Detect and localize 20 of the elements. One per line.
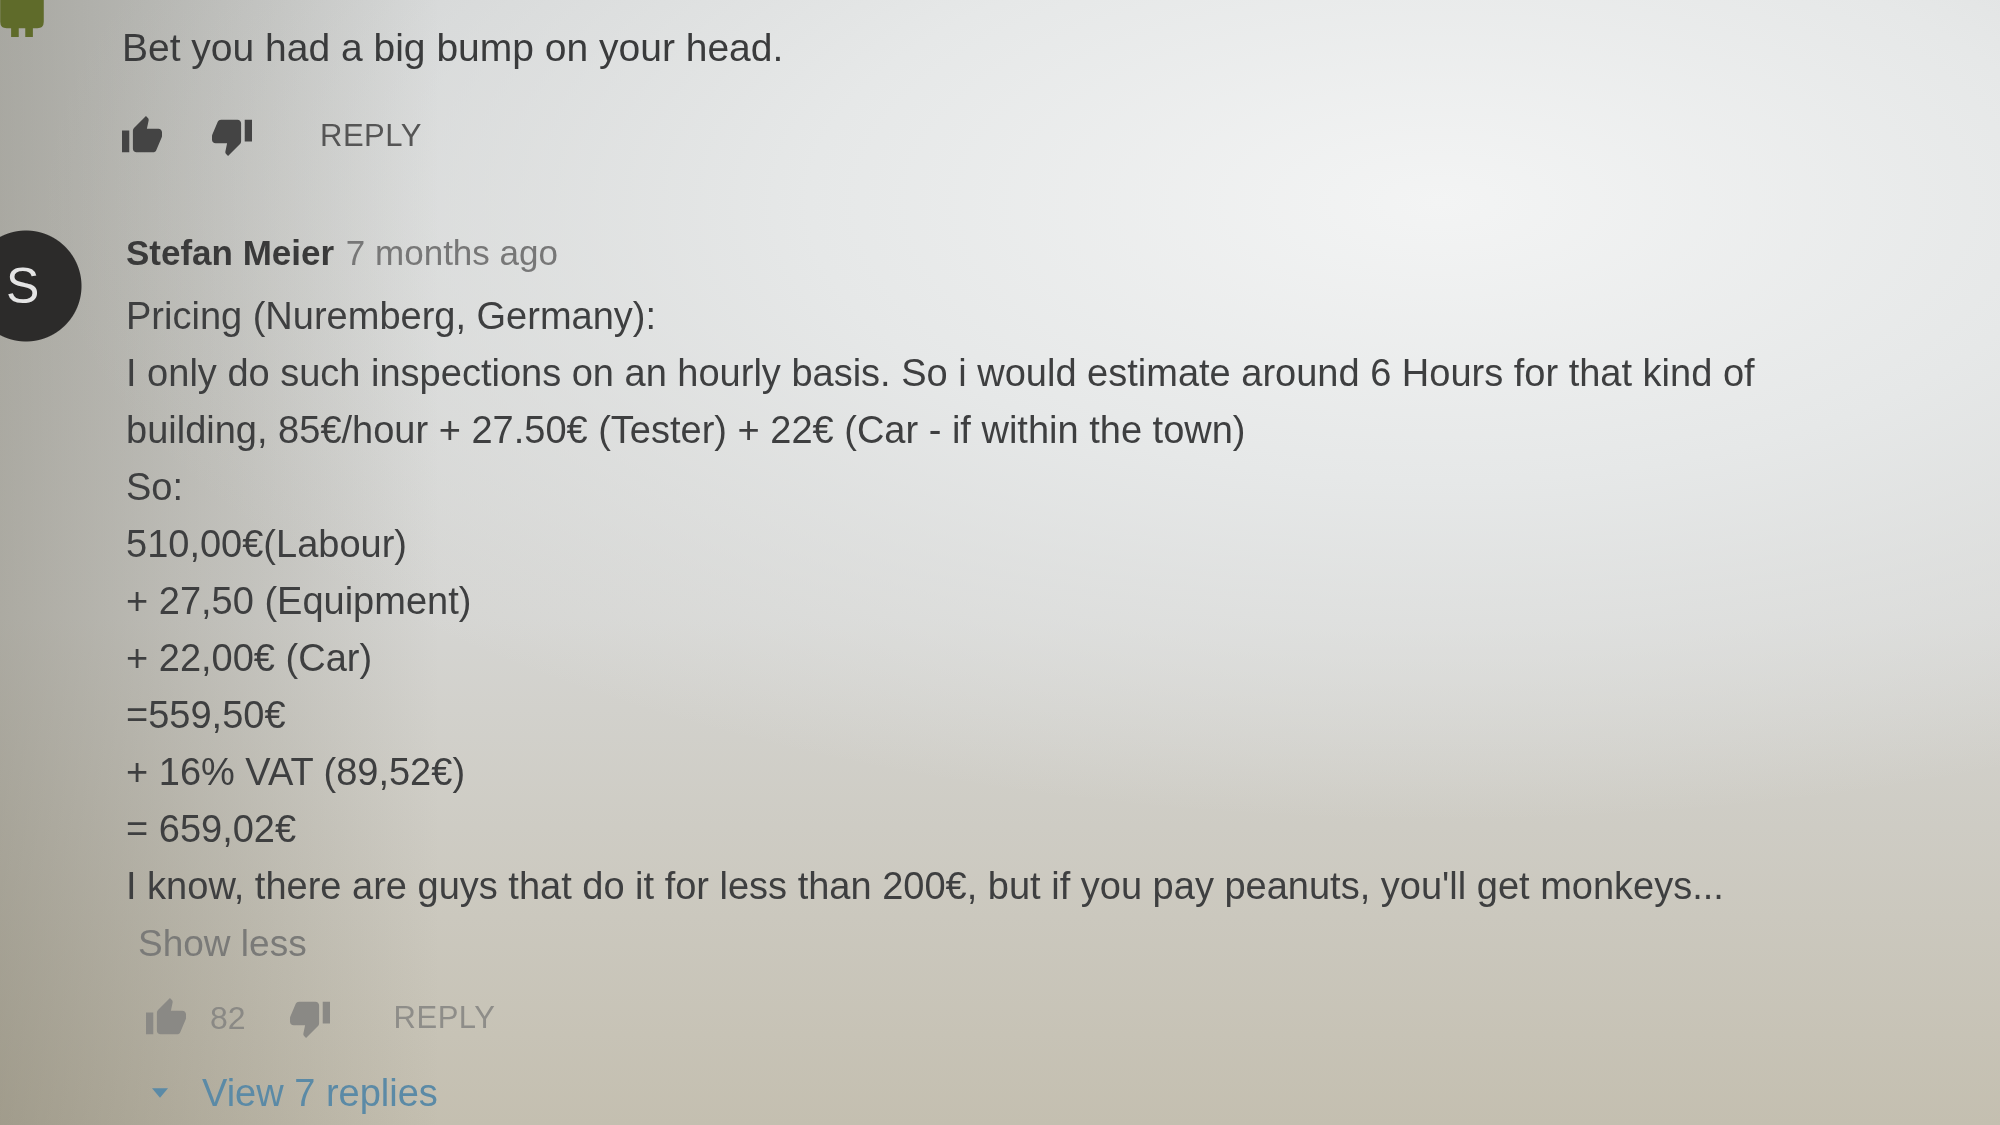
caret-down-icon <box>152 1088 168 1098</box>
robot-avatar-icon <box>0 0 44 37</box>
reply-button[interactable]: REPLY <box>320 118 422 154</box>
comment-line: =559,50€ <box>126 693 287 738</box>
comment-line: = 659,02€ <box>126 807 298 852</box>
comment-line: 510,00€(Labour) <box>126 522 408 567</box>
reply-button[interactable]: REPLY <box>393 1000 496 1036</box>
comment-text: Bet you had a big bump on your head. <box>122 25 784 71</box>
author-name[interactable]: Stefan Meier <box>126 233 335 272</box>
comment-line: So: <box>126 465 185 510</box>
comment-line: I know, there are guys that do it for less than 200€, but if you pay peanuts, you'll get monkeys... <box>126 864 1725 909</box>
comment-time[interactable]: 7 months ago <box>345 233 558 272</box>
comment-line: + 27,50 (Equipment) <box>126 579 473 624</box>
comment-line: Pricing (Nuremberg, Germany): <box>126 294 658 339</box>
comment-line: + 16% VAT (89,52€) <box>126 750 467 795</box>
avatar: S <box>0 230 82 342</box>
comment-line: + 22,00€ (Car) <box>126 636 374 681</box>
show-less-link[interactable]: Show less <box>138 915 307 972</box>
comment-line: I only do such inspections on an hourly basis. So i would estimate around 6 Hours for that kind of building, 85€/hour + 27.50€ (Tester) + 22€ (Car - if within the town) <box>126 351 1756 453</box>
view-replies-button[interactable]: View 7 replies <box>126 1065 438 1121</box>
